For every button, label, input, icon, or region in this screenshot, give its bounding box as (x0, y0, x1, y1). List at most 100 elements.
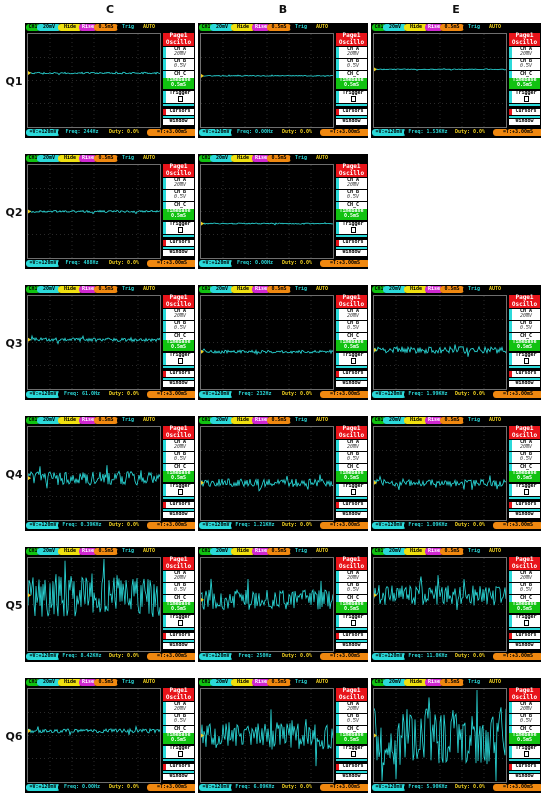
delta-t-readout[interactable]: =T:+3.00mS (493, 391, 541, 398)
menu-win[interactable]: Window (336, 512, 367, 518)
menu-tb[interactable]: TimeBase 0.5mS (509, 471, 540, 482)
menu-win[interactable]: Window (509, 643, 540, 649)
delta-t-readout[interactable]: =T:+3.00mS (320, 391, 368, 398)
vpp-readout[interactable]: =V:+120mV (26, 129, 60, 136)
menu-page[interactable]: Page1 Oscillo (336, 163, 367, 177)
vpp-readout[interactable]: =V:+120mV (26, 784, 60, 791)
delta-t-readout[interactable]: =T:+3.00mS (320, 522, 368, 529)
trig-pill[interactable]: Trig (463, 548, 485, 555)
cursors-label[interactable]: Cursors (166, 764, 194, 769)
freq-readout[interactable]: Freq: 232Hz (231, 391, 279, 398)
menu-cur[interactable]: Cursors (163, 502, 194, 508)
menu-ch[interactable]: CH_B 0.5V (509, 714, 540, 725)
window-label[interactable]: Window (336, 774, 367, 779)
menu-win[interactable]: Window (509, 381, 540, 387)
vpp-readout[interactable]: =V:+120mV (199, 391, 233, 398)
menu-tb[interactable]: TimeBase 0.5mS (336, 209, 367, 220)
timebase-pill[interactable]: 0.5mS (440, 548, 464, 555)
duty-readout[interactable]: Duty: 0.0% (277, 784, 317, 791)
menu-page[interactable]: Page1 Oscillo (336, 425, 367, 439)
cursors-label[interactable]: Cursors (166, 371, 194, 376)
freq-readout[interactable]: Freq: 1.53KHz (404, 129, 452, 136)
menu-ch[interactable]: CH_A 20mV (336, 47, 367, 58)
menu-ch[interactable]: CH_A 20mV (163, 702, 194, 713)
trig-pill[interactable]: Trig (117, 24, 139, 31)
menu-ch[interactable]: CH_B 0.5V (336, 59, 367, 70)
menu-trig[interactable]: Trigger (163, 353, 194, 365)
menu-ch[interactable]: CH_B 0.5V (336, 452, 367, 463)
menu-tb[interactable]: TimeBase 0.5mS (163, 209, 194, 220)
menu-ch[interactable]: CH_B 0.5V (163, 321, 194, 332)
menu-cur[interactable]: Cursors (336, 240, 367, 246)
menu-cur[interactable]: Cursors (163, 109, 194, 115)
menu-page[interactable]: Page1 Oscillo (509, 425, 540, 439)
menu-tb[interactable]: TimeBase 0.5mS (509, 602, 540, 613)
trig-pill[interactable]: Trig (290, 679, 312, 686)
vpp-readout[interactable]: =V:+120mV (372, 653, 406, 660)
menu-tb[interactable]: TimeBase 0.5mS (336, 602, 367, 613)
menu-tb[interactable]: TimeBase 0.5mS (163, 471, 194, 482)
freq-readout[interactable]: Freq: 6.09KHz (231, 784, 279, 791)
freq-readout[interactable]: Freq: 250Hz (231, 653, 279, 660)
cursors-label[interactable]: Cursors (166, 240, 194, 245)
window-label[interactable]: Window (509, 643, 540, 648)
menu-tb[interactable]: TimeBase 0.5mS (509, 340, 540, 351)
auto-pill[interactable]: AUTO (484, 24, 506, 31)
delta-t-readout[interactable]: =T:+3.00mS (320, 653, 368, 660)
menu-trig[interactable]: Trigger (163, 746, 194, 758)
menu-cur[interactable]: Cursors (336, 502, 367, 508)
window-label[interactable]: Window (336, 643, 367, 648)
duty-readout[interactable]: Duty: 0.0% (277, 391, 317, 398)
menu-ch[interactable]: CH_A 20mV (163, 309, 194, 320)
delta-t-readout[interactable]: =T:+3.00mS (147, 260, 195, 267)
menu-win[interactable]: Window (163, 774, 194, 780)
window-label[interactable]: Window (336, 250, 367, 255)
auto-pill[interactable]: AUTO (311, 548, 333, 555)
trig-pill[interactable]: Trig (117, 417, 139, 424)
window-label[interactable]: Window (336, 512, 367, 517)
menu-ch[interactable]: CH_A 20mV (509, 571, 540, 582)
vpp-readout[interactable]: =V:+120mV (199, 522, 233, 529)
menu-tb[interactable]: TimeBase 0.5mS (163, 340, 194, 351)
menu-page[interactable]: Page1 Oscillo (509, 294, 540, 308)
duty-readout[interactable]: Duty: 0.0% (277, 522, 317, 529)
timebase-pill[interactable]: 0.5mS (440, 679, 464, 686)
auto-pill[interactable]: AUTO (484, 286, 506, 293)
delta-t-readout[interactable]: =T:+3.00mS (493, 522, 541, 529)
menu-trig[interactable]: Trigger (336, 222, 367, 234)
window-label[interactable]: Window (163, 119, 194, 124)
duty-readout[interactable]: Duty: 0.0% (104, 784, 144, 791)
duty-readout[interactable]: Duty: 0.0% (104, 522, 144, 529)
menu-cur[interactable]: Cursors (336, 764, 367, 770)
duty-readout[interactable]: Duty: 0.0% (104, 391, 144, 398)
menu-tb[interactable]: TimeBase 0.5mS (336, 471, 367, 482)
menu-ch[interactable]: CH_A 20mV (336, 178, 367, 189)
window-label[interactable]: Window (336, 381, 367, 386)
window-label[interactable]: Window (163, 381, 194, 386)
menu-cur[interactable]: Cursors (163, 240, 194, 246)
menu-trig[interactable]: Trigger (163, 484, 194, 496)
window-label[interactable]: Window (163, 512, 194, 517)
duty-readout[interactable]: Duty: 0.0% (450, 522, 490, 529)
menu-ch[interactable]: CH_A 20mV (163, 47, 194, 58)
vpp-readout[interactable]: =V:+120mV (26, 260, 60, 267)
delta-t-readout[interactable]: =T:+3.00mS (147, 653, 195, 660)
menu-ch[interactable]: CH_B 0.5V (163, 190, 194, 201)
menu-win[interactable]: Window (163, 119, 194, 125)
menu-ch[interactable]: CH_B 0.5V (163, 583, 194, 594)
menu-win[interactable]: Window (163, 643, 194, 649)
auto-pill[interactable]: AUTO (484, 417, 506, 424)
vpp-readout[interactable]: =V:+120mV (199, 653, 233, 660)
freq-readout[interactable]: Freq: 0.00Hz (231, 260, 279, 267)
cursors-label[interactable]: Cursors (339, 764, 367, 769)
timebase-pill[interactable]: 0.5mS (440, 286, 464, 293)
auto-pill[interactable]: AUTO (311, 417, 333, 424)
menu-ch[interactable]: CH_B 0.5V (336, 190, 367, 201)
menu-cur[interactable]: Cursors (509, 502, 540, 508)
freq-readout[interactable]: Freq: 488Hz (58, 260, 106, 267)
trig-pill[interactable]: Trig (290, 24, 312, 31)
cursors-label[interactable]: Cursors (512, 633, 540, 638)
cursors-label[interactable]: Cursors (166, 109, 194, 114)
menu-cur[interactable]: Cursors (336, 371, 367, 377)
delta-t-readout[interactable]: =T:+3.00mS (147, 129, 195, 136)
